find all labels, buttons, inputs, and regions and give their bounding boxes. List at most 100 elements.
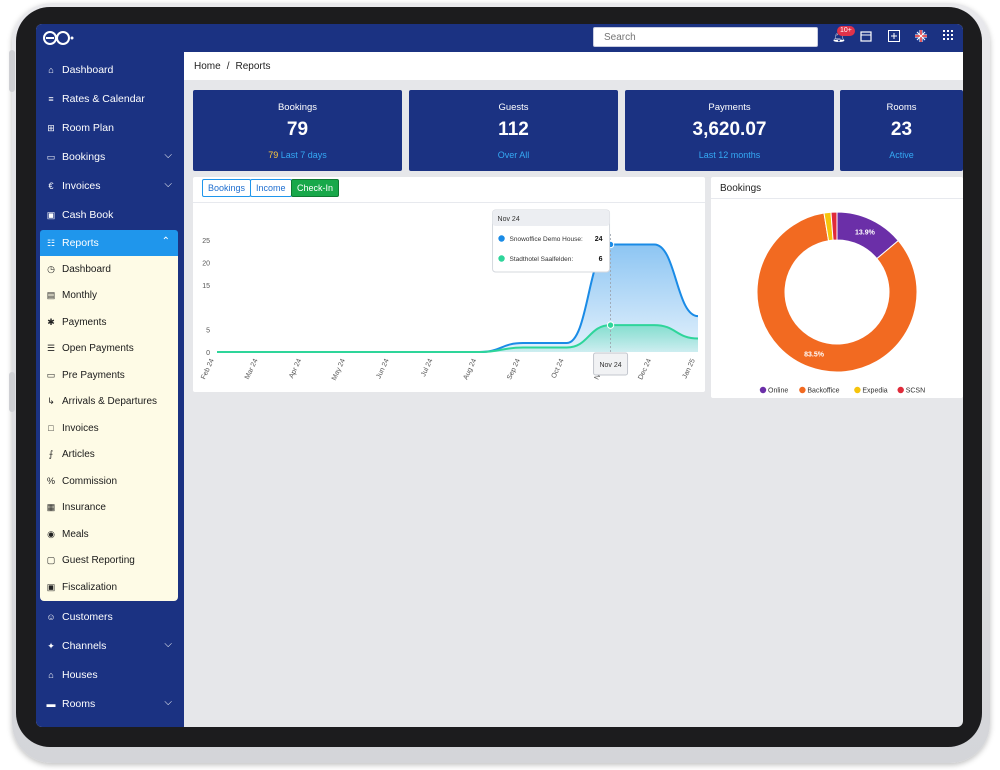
submenu-item-label: Commission [62,475,118,487]
sidebar-item-reports[interactable]: ☷ Reports ⌃ [40,230,178,256]
users-icon: ☺ [46,612,56,622]
calendar-icon: ▤ [46,290,56,300]
stat-card-value: 3,620.07 [692,119,767,140]
sidebar-item-label: Rates & Calendar [62,93,145,105]
submenu-item-payments[interactable]: ✱ Payments [40,309,178,335]
submenu-item-arrivals-departures[interactable]: ↳ Arrivals & Departures [40,389,178,415]
legend-marker [897,386,904,394]
stat-card-highlight: 79 [268,150,279,160]
submenu-item-dashboard[interactable]: ◷ Dashboard [40,256,178,282]
sidebar-item-customers[interactable]: ☺ Customers [36,604,184,630]
notification-badge: 10+ [837,26,855,36]
donut-chart-title: Bookings [720,183,762,194]
submenu-item-commission[interactable]: % Commission [40,468,178,494]
stat-card-payments[interactable]: Payments 3,620.07 Last 12 months [625,90,834,171]
chevron-down-icon: ⌵ [164,179,172,190]
sidebar-item-dashboard[interactable]: ⌂ Dashboard [36,57,184,83]
stat-card-title: Guests [498,102,529,113]
legend-marker [854,386,861,394]
crosshair-label: Nov 24 [599,362,621,369]
breadcrumb-current: Reports [235,60,271,72]
submenu-item-monthly[interactable]: ▤ Monthly [40,283,178,309]
file-list-icon: ☰ [46,343,56,353]
chevron-up-icon: ⌃ [161,236,170,247]
sidebar-item-houses[interactable]: ⌂ Houses [36,662,184,688]
submenu-item-open-payments[interactable]: ☰ Open Payments [40,336,178,362]
tooltip-value: 6 [599,256,603,263]
x-tick-label: Oct 24 [551,358,566,380]
legend-label: Expedia [862,388,887,395]
submenu-item-label: Meals [62,528,89,540]
stat-card-subtitle: 79 Last 7 days [193,150,402,160]
series-area [217,325,698,352]
sidebar-item-label: Reports [62,237,99,249]
legend-label: SCSN [906,388,925,395]
submenu-item-articles[interactable]: ⨍ Articles [40,442,178,468]
add-icon[interactable] [887,30,901,44]
sidebar-item-cash-book[interactable]: ▣ Cash Book [36,202,184,228]
x-tick-label: Sep 24 [506,358,522,381]
submenu-item-insurance[interactable]: ▦ Insurance [40,495,178,521]
stat-card-value: 112 [498,119,529,140]
houses-icon: ⌂ [48,670,54,680]
card-icon: ▭ [46,369,56,380]
submenu-item-guest-reporting[interactable]: ▢ Guest Reporting [40,548,178,574]
calendar-icon[interactable] [859,30,873,44]
line-chart[interactable]: 0 5 15 20 25 Feb 24 Mar 24 Apr 24 May 24 Jun 24 Ju… [193,204,705,392]
tooltip-label: Snowoffice Demo House: [510,236,583,243]
submenu-item-label: Payments [62,316,107,328]
uk-flag-icon[interactable] [914,30,928,44]
y-tick-label: 25 [202,238,210,245]
legend-marker [759,386,767,394]
donut-chart[interactable]: 13.9% 83.5% Online Backoffice Expedia SCSN [711,199,963,398]
x-tick-label: May 24 [331,358,347,382]
grid-icon: ⊞ [47,122,55,133]
submenu-item-pre-payments[interactable]: ▭ Pre Payments [40,362,178,388]
x-tick-label: Apr 24 [288,358,303,380]
breadcrumb: Home / Reports [184,52,963,80]
sidebar-item-channels[interactable]: ✦ Channels ⌵ [36,633,184,659]
submenu-item-label: Insurance [62,502,106,513]
breadcrumb-home[interactable]: Home [194,61,221,72]
channels-icon: ✦ [47,640,55,651]
stat-card-rooms[interactable]: Rooms 23 Active [840,90,963,171]
x-tick-label: Feb 24 [200,358,216,381]
sidebar-item-rates-calendar[interactable]: ≡ Rates & Calendar [36,86,184,112]
plate-icon: ◉ [47,528,55,539]
stat-card-title: Payments [708,102,751,113]
search-input[interactable] [593,27,818,47]
app-logo[interactable] [42,29,76,47]
lines-icon: ⨍ [48,449,54,459]
asterisk-icon: ✱ [47,316,55,327]
sidebar-item-bookings[interactable]: ▭ Bookings ⌵ [36,144,184,170]
stat-card-subtitle: Over All [497,150,530,160]
tab-bookings[interactable]: Bookings [202,179,252,197]
x-tick-label: Jul 24 [420,358,434,378]
submenu-item-meals[interactable]: ◉ Meals [40,521,178,547]
stat-card-bookings[interactable]: Bookings 79 79 Last 7 days [193,90,402,171]
sidebar-item-rooms[interactable]: ▬ Rooms ⌵ [36,691,184,717]
stat-card-value: 79 [286,119,309,140]
tooltip-value: 24 [595,236,603,243]
sidebar-item-room-plan[interactable]: ⊞ Room Plan [36,115,184,141]
sidebar-item-invoices[interactable]: € Invoices ⌵ [36,173,184,199]
stat-card-guests[interactable]: Guests 112 Over All [409,90,618,171]
sidebar-item-label: Rooms [62,698,96,710]
stat-card-subtext: Last 7 days [280,150,327,160]
submenu-item-label: Monthly [62,290,98,301]
sidebar-item-label: Cash Book [62,209,114,221]
tab-income[interactable]: Income [250,179,292,197]
sidebar-item-label: Bookings [62,151,106,163]
tab-check-in[interactable]: Check-In [291,179,340,197]
sidebar-item-label: Houses [62,669,98,681]
apps-grid-icon[interactable] [941,30,955,44]
submenu-item-invoices[interactable]: □ Invoices [40,415,178,441]
submenu-item-fiscalization[interactable]: ▣ Fiscalization [40,574,178,600]
submenu-item-label: Dashboard [62,263,111,275]
list-icon: ≡ [48,94,54,104]
bag-icon: ▢ [46,555,56,565]
legend-marker [799,386,806,394]
sidebar-item-label: Room Plan [62,122,114,134]
percent-icon: % [46,476,55,486]
donut-data-label: 83.5% [804,351,825,358]
